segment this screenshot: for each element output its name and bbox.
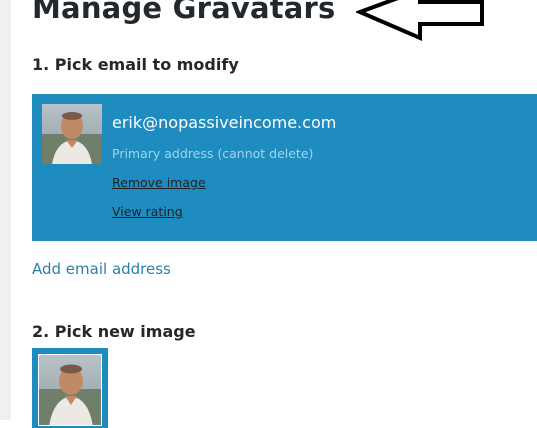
avatar	[42, 104, 102, 164]
image-thumbnail-selected[interactable]	[32, 348, 108, 428]
view-rating-link[interactable]: View rating	[112, 204, 183, 219]
arrow-icon	[356, 0, 484, 42]
email-card-selected[interactable]: erik@nopassiveincome.com Primary address…	[32, 94, 537, 241]
add-email-link[interactable]: Add email address	[32, 260, 171, 278]
thumbnail-photo	[38, 354, 102, 426]
page-title: Manage Gravatars	[32, 0, 336, 25]
primary-address-note: Primary address (cannot delete)	[112, 146, 314, 161]
remove-image-link[interactable]: Remove image	[112, 175, 206, 190]
step2-heading: 2. Pick new image	[32, 322, 196, 341]
email-address: erik@nopassiveincome.com	[112, 113, 337, 132]
step1-heading: 1. Pick email to modify	[32, 55, 239, 74]
sidebar-edge	[0, 0, 11, 420]
